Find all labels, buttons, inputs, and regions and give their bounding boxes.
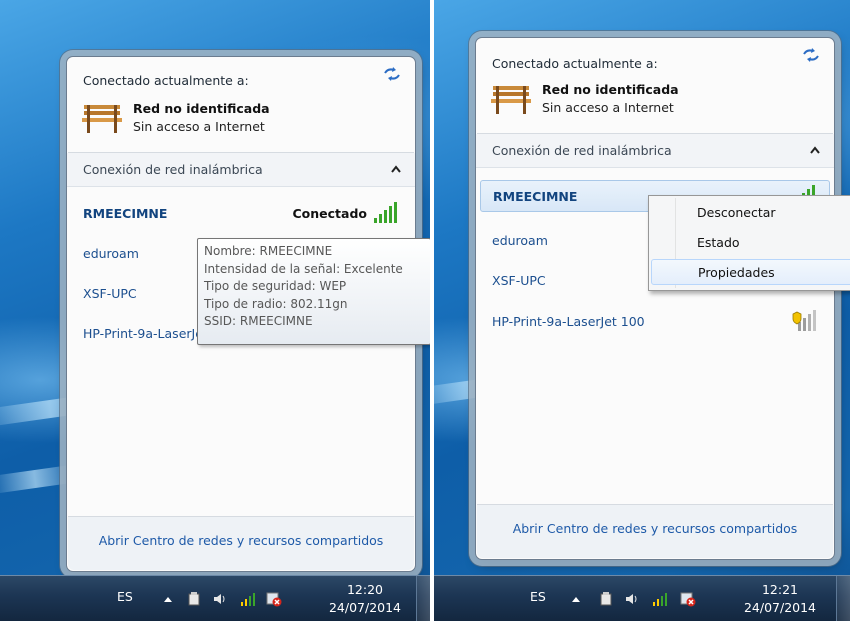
network-name: Red no identificada bbox=[542, 82, 679, 97]
network-row-hp-print[interactable]: HP-Print-9a-LaserJet 100 bbox=[480, 306, 830, 338]
network-tray-icon[interactable] bbox=[652, 591, 668, 607]
power-warning-icon[interactable] bbox=[266, 591, 282, 607]
bench-icon bbox=[82, 105, 122, 133]
open-network-center-link[interactable]: Abrir Centro de redes y recursos compart… bbox=[68, 533, 414, 548]
flyout-footer: Abrir Centro de redes y recursos compart… bbox=[477, 505, 833, 558]
network-ssid: XSF-UPC bbox=[83, 286, 137, 301]
tooltip-line: Tipo de radio: 802.11gn bbox=[204, 296, 348, 311]
tooltip-line: SSID: RMEECIMNE bbox=[204, 314, 313, 328]
menu-item-properties[interactable]: Propiedades bbox=[651, 259, 850, 285]
open-network-center-link[interactable]: Abrir Centro de redes y recursos compart… bbox=[477, 521, 833, 536]
refresh-icon[interactable] bbox=[383, 67, 401, 81]
signal-security-warning-icon bbox=[792, 310, 816, 331]
tooltip-line: Intensidad de la señal: Excelente bbox=[204, 261, 403, 276]
clock-time[interactable]: 12:21 bbox=[745, 582, 815, 597]
language-indicator[interactable]: ES bbox=[117, 589, 133, 604]
network-flyout: Conectado actualmente a: Red no identifi… bbox=[475, 37, 835, 560]
network-ssid: eduroam bbox=[83, 246, 139, 261]
network-ssid: HP-Print-9a-LaserJet 100 bbox=[492, 314, 645, 329]
network-row-rmeecimne[interactable]: RMEECIMNE Conectado bbox=[71, 198, 411, 230]
section-label: Conexión de red inalámbrica bbox=[83, 162, 263, 177]
left-screenshot: Conectado actualmente a: Red no identifi… bbox=[0, 0, 430, 621]
refresh-icon[interactable] bbox=[802, 48, 820, 62]
network-ssid: eduroam bbox=[492, 233, 548, 248]
section-label: Conexión de red inalámbrica bbox=[492, 143, 672, 158]
network-name: Red no identificada bbox=[133, 101, 270, 116]
volume-icon[interactable] bbox=[212, 591, 228, 607]
menu-item-label: Propiedades bbox=[698, 265, 775, 280]
tooltip-line: Nombre: RMEECIMNE bbox=[204, 244, 333, 258]
menu-item-disconnect[interactable]: Desconectar bbox=[651, 200, 850, 226]
network-ssid: RMEECIMNE bbox=[493, 189, 578, 204]
network-tray-icon[interactable] bbox=[240, 591, 256, 607]
show-desktop-button[interactable] bbox=[836, 576, 850, 621]
action-center-icon[interactable] bbox=[598, 591, 614, 607]
taskbar: ES 12:21 24/07/2014 bbox=[434, 575, 850, 621]
menu-item-label: Desconectar bbox=[697, 205, 776, 220]
clock-date[interactable]: 24/07/2014 bbox=[740, 600, 820, 615]
network-ssid: XSF-UPC bbox=[492, 273, 546, 288]
right-screenshot: Conectado actualmente a: Red no identifi… bbox=[434, 0, 850, 621]
show-hidden-icons-icon[interactable] bbox=[160, 591, 176, 607]
clock-date[interactable]: 24/07/2014 bbox=[325, 600, 405, 615]
volume-icon[interactable] bbox=[624, 591, 640, 607]
taskbar: ES 12:20 24/07/2014 bbox=[0, 575, 430, 621]
show-desktop-button[interactable] bbox=[416, 576, 430, 621]
network-ssid: RMEECIMNE bbox=[83, 206, 168, 221]
network-context-menu: Desconectar Estado Propiedades bbox=[648, 195, 850, 291]
tooltip-line: Tipo de seguridad: WEP bbox=[204, 279, 347, 293]
bench-icon bbox=[491, 86, 531, 114]
action-center-icon[interactable] bbox=[186, 591, 202, 607]
power-warning-icon[interactable] bbox=[680, 591, 696, 607]
show-hidden-icons-icon[interactable] bbox=[568, 591, 584, 607]
connection-state: Conectado bbox=[292, 206, 368, 221]
language-indicator[interactable]: ES bbox=[530, 589, 546, 604]
clock-time[interactable]: 12:20 bbox=[330, 582, 400, 597]
menu-item-status[interactable]: Estado bbox=[651, 230, 850, 256]
current-connection-title: Conectado actualmente a: bbox=[83, 73, 249, 88]
network-tooltip: Nombre: RMEECIMNE Intensidad de la señal… bbox=[197, 238, 430, 345]
menu-item-label: Estado bbox=[697, 235, 740, 250]
wireless-section-header[interactable]: Conexión de red inalámbrica bbox=[476, 134, 834, 168]
wireless-section-header[interactable]: Conexión de red inalámbrica bbox=[67, 153, 415, 187]
network-status: Sin acceso a Internet bbox=[542, 100, 674, 115]
network-status: Sin acceso a Internet bbox=[133, 119, 265, 134]
current-connection-title: Conectado actualmente a: bbox=[492, 56, 658, 71]
chevron-up-icon[interactable] bbox=[391, 165, 401, 173]
flyout-footer: Abrir Centro de redes y recursos compart… bbox=[68, 517, 414, 570]
chevron-up-icon[interactable] bbox=[810, 146, 820, 154]
signal-strength-icon bbox=[374, 202, 397, 223]
